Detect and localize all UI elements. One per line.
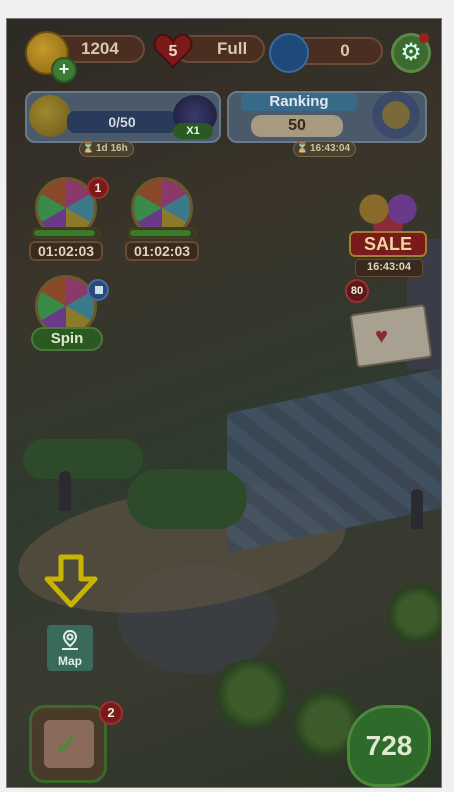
ranking-title: Ranking [241, 93, 357, 111]
lives-count: 5 [169, 43, 178, 60]
video-icon [87, 279, 109, 301]
sale-timer: 16:43:04 [355, 259, 423, 277]
flower-bush [387, 579, 441, 649]
heart-icon: ♥ [375, 323, 389, 348]
wheel-1-progress [31, 227, 101, 239]
calendar-badge: 2 [99, 701, 123, 725]
gear-icon: ⚙ [400, 39, 422, 66]
wheel-2-timer: 01:02:03 [125, 241, 199, 261]
hedge [23, 439, 143, 479]
trophy-icon [369, 87, 423, 143]
gem-icon [269, 33, 309, 73]
check-icon: ✓ [54, 729, 80, 762]
progress-timer: 1d 16h [79, 141, 134, 157]
character-figure [411, 489, 423, 529]
hedge [127, 469, 247, 529]
tiled-floor [227, 364, 441, 554]
ranking-value: 50 [251, 115, 343, 137]
spin-button[interactable]: Spin [31, 327, 103, 351]
wheel-2-progress [127, 227, 197, 239]
progress-bar: 0/50 [67, 111, 177, 133]
add-coins-button[interactable]: + [51, 57, 77, 83]
bell-icon [29, 95, 71, 137]
sale-button[interactable]: SALE [349, 231, 427, 257]
game-viewport: 1204 + Full 5 0 ⚙ 0/50 X1 1d 16h Ranking… [6, 18, 442, 788]
palm-tree [207, 659, 297, 729]
character-figure [59, 471, 71, 511]
energy-counter[interactable]: 728 [347, 705, 431, 787]
wheel-1-timer: 01:02:03 [29, 241, 103, 261]
ranking-timer: 16:43:04 [293, 141, 357, 157]
map-button[interactable]: Map [47, 625, 93, 671]
location-pin-icon [62, 629, 78, 650]
hint-arrow-icon [44, 554, 98, 608]
notification-dot [419, 33, 429, 43]
map-label: Map [58, 654, 82, 668]
mail-envelope[interactable] [349, 303, 433, 369]
wheel-1-badge: 1 [87, 177, 109, 199]
multiplier-badge: X1 [173, 123, 213, 139]
calendar-button[interactable]: ✓ [29, 705, 107, 783]
heart-icon: 5 [153, 33, 193, 69]
mail-count-badge: 80 [345, 279, 369, 303]
